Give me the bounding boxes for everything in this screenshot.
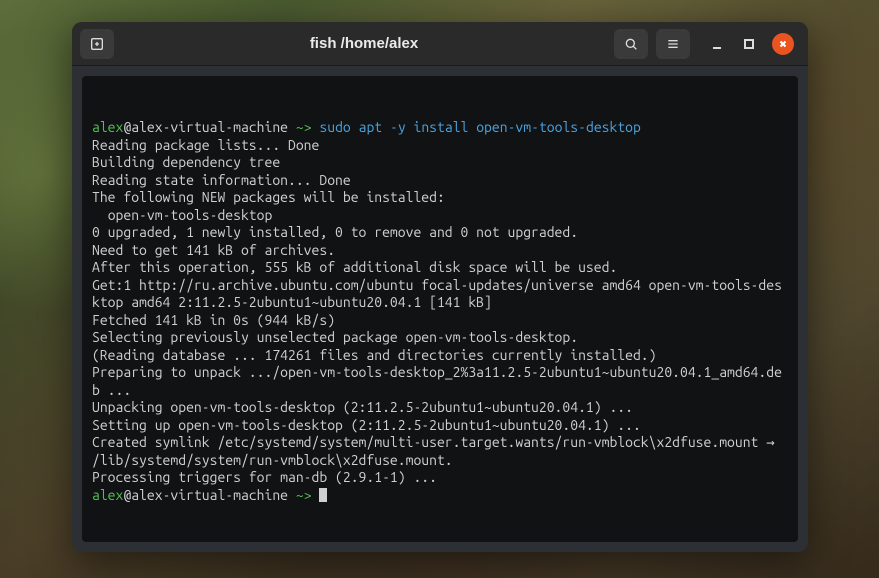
output-line: Processing triggers for man-db (2.9.1-1)…: [92, 469, 788, 487]
close-icon: [778, 39, 788, 49]
output-line: (Reading database ... 174261 files and d…: [92, 347, 788, 365]
search-icon: [623, 36, 639, 52]
hamburger-icon: [665, 36, 681, 52]
output-line: Preparing to unpack .../open-vm-tools-de…: [92, 364, 788, 399]
new-tab-button[interactable]: [80, 29, 114, 59]
output-line: Need to get 141 kB of archives.: [92, 242, 788, 260]
maximize-button[interactable]: [740, 35, 758, 53]
prompt-host: alex-virtual-machine: [131, 119, 288, 135]
window-title: fish /home/alex: [122, 35, 606, 52]
terminal-window: fish /home/alex alex@alex-virtual-machin…: [72, 22, 808, 552]
new-tab-icon: [89, 36, 105, 52]
prompt2-path: ~>: [288, 487, 319, 503]
window-controls: [698, 33, 800, 55]
output-line: Unpacking open-vm-tools-desktop (2:11.2.…: [92, 399, 788, 417]
terminal-area[interactable]: alex@alex-virtual-machine ~> sudo apt -y…: [82, 76, 798, 542]
output-line: 0 upgraded, 1 newly installed, 0 to remo…: [92, 224, 788, 242]
prompt-path: ~>: [288, 119, 319, 135]
close-button[interactable]: [772, 33, 794, 55]
minimize-button[interactable]: [708, 35, 726, 53]
output-line: Fetched 141 kB in 0s (944 kB/s): [92, 312, 788, 330]
output-line: Setting up open-vm-tools-desktop (2:11.2…: [92, 417, 788, 435]
output-line: Selecting previously unselected package …: [92, 329, 788, 347]
sudo-cmd: sudo: [319, 119, 350, 135]
terminal-output: Reading package lists... DoneBuilding de…: [92, 137, 788, 487]
output-line: Get:1 http://ru.archive.ubuntu.com/ubunt…: [92, 277, 788, 312]
prompt-user: alex: [92, 119, 123, 135]
minimize-icon: [711, 38, 723, 50]
search-button[interactable]: [614, 29, 648, 59]
output-line: The following NEW packages will be insta…: [92, 189, 788, 207]
maximize-icon: [743, 38, 755, 50]
output-line: open-vm-tools-desktop: [92, 207, 788, 225]
prompt-line-2: alex@alex-virtual-machine ~>: [92, 487, 788, 505]
prompt2-user: alex: [92, 487, 123, 503]
prompt-line-1: alex@alex-virtual-machine ~> sudo apt -y…: [92, 119, 788, 137]
output-line: Reading state information... Done: [92, 172, 788, 190]
prompt2-host: alex-virtual-machine: [131, 487, 288, 503]
cursor: [319, 488, 327, 502]
output-line: Reading package lists... Done: [92, 137, 788, 155]
titlebar: fish /home/alex: [72, 22, 808, 66]
command-text: apt -y install open-vm-tools-desktop: [351, 119, 641, 135]
output-line: Building dependency tree: [92, 154, 788, 172]
menu-button[interactable]: [656, 29, 690, 59]
output-line: Created symlink /etc/systemd/system/mult…: [92, 434, 788, 469]
output-line: After this operation, 555 kB of addition…: [92, 259, 788, 277]
